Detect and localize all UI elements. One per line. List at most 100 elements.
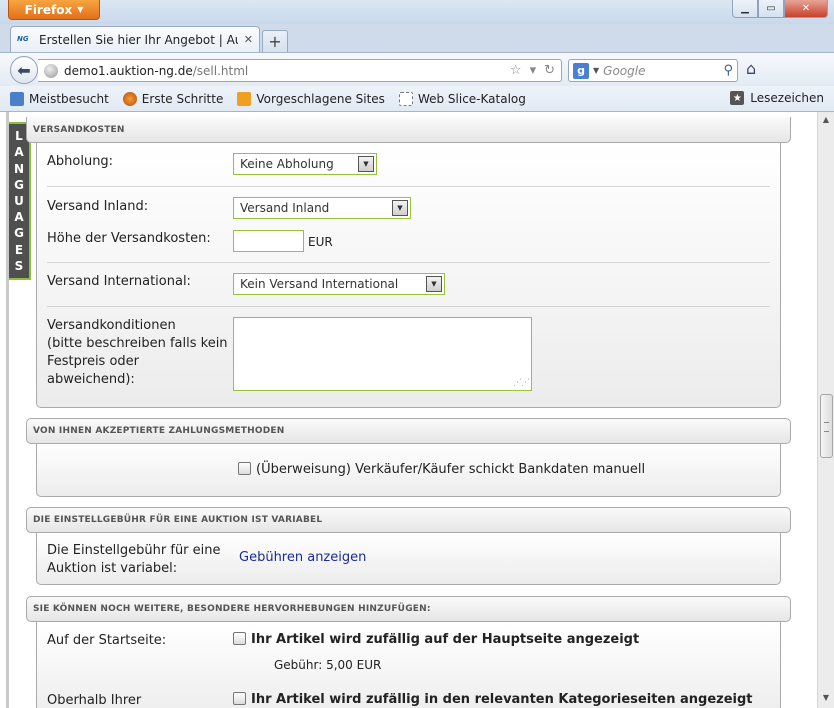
languages-letter: L	[15, 129, 23, 144]
url-path: /sell.html	[192, 63, 249, 78]
chevron-down-icon: ▼	[392, 200, 408, 216]
bookmarks-star-icon: ★	[730, 91, 745, 105]
search-input[interactable]: Google	[603, 64, 719, 78]
search-icon[interactable]: ⚲	[723, 63, 733, 78]
languages-letter: A	[14, 210, 24, 225]
new-tab-button[interactable]: +	[262, 30, 288, 52]
bookmarks-menu-label: Lesezeichen	[750, 91, 824, 105]
bookmark-label: Erste Schritte	[141, 91, 224, 106]
tab-title: Erstellen Sie hier Ihr Angebot | Auktion…	[39, 32, 238, 47]
abholung-select[interactable]: Keine Abholung ▼	[233, 153, 377, 175]
divider	[47, 306, 770, 307]
languages-letter: S	[14, 258, 24, 273]
bookmark-label: Web Slice-Katalog	[417, 91, 526, 106]
languages-letter: N	[13, 161, 25, 176]
versandkonditionen-textarea[interactable]: ⋰⋰	[233, 317, 532, 391]
url-bar[interactable]: demo1.auktion-ng.de/sell.html ☆ ▾ ↻	[38, 59, 562, 82]
startseite-fee: Gebühr: 5,00 EUR	[274, 658, 382, 672]
languages-letter: G	[14, 177, 24, 192]
chevron-down-icon: ▼	[426, 276, 442, 292]
gebuehren-anzeigen-link[interactable]: Gebühren anzeigen	[239, 550, 366, 565]
resize-grip-icon[interactable]: ⋰⋰	[513, 378, 530, 388]
bookmark-folder-icon	[10, 91, 24, 106]
web-slice-icon	[398, 91, 413, 106]
versand-inland-label: Versand Inland:	[47, 199, 149, 214]
section-header-zahlungsmethoden: VON IHNEN AKZEPTIERTE ZAHLUNGSMETHODEN	[26, 418, 791, 444]
arrow-left-icon: ⬅	[17, 60, 31, 80]
url-text[interactable]: demo1.auktion-ng.de/sell.html	[64, 64, 504, 78]
languages-letter: E	[14, 242, 24, 257]
page-viewport: L A N G U A G E S VERSANDKOSTEN Abholung…	[0, 112, 834, 708]
label-line: Versandkonditionen	[47, 318, 176, 333]
label-line: Festpreis oder	[47, 354, 140, 369]
close-icon[interactable]: ✕	[244, 33, 253, 46]
vertical-scrollbar[interactable]: ▲ ▼	[817, 112, 834, 708]
startseite-checkbox[interactable]	[233, 632, 246, 645]
minimize-button[interactable]: ▁	[732, 0, 758, 18]
bookmark-label: Vorgeschlagene Sites	[256, 91, 385, 106]
ueberweisung-checkbox[interactable]	[238, 462, 251, 475]
languages-letter: G	[14, 226, 24, 241]
chevron-down-icon[interactable]: ▼	[593, 66, 599, 75]
label-line: (bitte beschreiben falls kein	[47, 336, 228, 351]
dropdown-icon[interactable]: ▾	[530, 63, 537, 78]
section-title: SIE KÖNNEN NOCH WEITERE, BESONDERE HERVO…	[33, 604, 431, 614]
versandkosten-hoehe-label: Höhe der Versandkosten:	[47, 231, 211, 246]
tab-active[interactable]: NG Erstellen Sie hier Ihr Angebot | Aukt…	[10, 26, 260, 52]
bookmark-web-slice-katalog[interactable]: Web Slice-Katalog	[398, 91, 526, 106]
languages-letter: A	[14, 145, 24, 160]
window-controls: ▁ ▭ ✕	[732, 0, 828, 18]
reload-icon[interactable]: ↻	[544, 63, 555, 78]
section-header-versandkosten: VERSANDKOSTEN	[26, 117, 791, 143]
back-button[interactable]: ⬅	[10, 56, 38, 84]
tab-favicon-icon: NG	[17, 34, 29, 43]
section-header-hervorhebungen: SIE KÖNNEN NOCH WEITERE, BESONDERE HERVO…	[26, 596, 791, 622]
section-title: DIE EINSTELLGEBÜHR FÜR EINE AUKTION IST …	[33, 515, 323, 525]
select-value: Versand Inland	[240, 201, 330, 215]
globe-icon	[44, 63, 58, 78]
scroll-up-icon[interactable]: ▲	[820, 115, 832, 127]
versand-international-label: Versand International:	[47, 274, 191, 289]
versand-international-select[interactable]: Kein Versand International ▼	[233, 273, 445, 295]
url-bar-icons: ☆ ▾ ↻	[510, 63, 555, 78]
ueberweisung-label: (Überweisung) Verkäufer/Käufer schickt B…	[256, 462, 646, 477]
select-value: Kein Versand International	[240, 277, 399, 291]
home-icon: ⌂	[746, 59, 757, 78]
firefox-menu-button[interactable]: Firefox ▼	[8, 0, 100, 20]
versand-inland-select[interactable]: Versand Inland ▼	[233, 197, 411, 219]
versandkonditionen-label: Versandkonditionen (bitte beschreiben fa…	[47, 317, 232, 389]
title-bar: Firefox ▼ ▁ ▭ ✕	[0, 0, 834, 24]
bookmarks-menu-button[interactable]: ★ Lesezeichen	[730, 91, 824, 105]
kategorie-option-label: Ihr Artikel wird zufällig in den relevan…	[251, 692, 753, 707]
firefox-menu-label: Firefox	[24, 2, 73, 17]
scroll-down-icon[interactable]: ▼	[820, 693, 832, 705]
bookmark-label: Meistbesucht	[29, 91, 109, 106]
currency-label: EUR	[308, 235, 333, 249]
languages-tab[interactable]: L A N G U A G E S	[9, 122, 31, 280]
versandkosten-input[interactable]	[233, 230, 304, 252]
bookmark-meistbesucht[interactable]: Meistbesucht	[10, 91, 109, 106]
firefox-icon	[122, 91, 137, 106]
home-button[interactable]: ⌂	[746, 59, 756, 78]
section-header-einstellgebuehr: DIE EINSTELLGEBÜHR FÜR EINE AUKTION IST …	[26, 507, 791, 533]
section-title: VON IHNEN AKZEPTIERTE ZAHLUNGSMETHODEN	[33, 426, 285, 436]
bookmark-vorgeschlagene-sites[interactable]: Vorgeschlagene Sites	[237, 91, 385, 106]
startseite-label: Auf der Startseite:	[47, 633, 167, 648]
kategorie-checkbox[interactable]	[233, 692, 246, 705]
chevron-down-icon: ▼	[77, 5, 84, 14]
bookmark-erste-schritte[interactable]: Erste Schritte	[122, 91, 224, 106]
url-domain: demo1.auktion-ng.de	[64, 63, 193, 78]
text-line: Auktion ist variabel:	[47, 561, 178, 576]
search-bar[interactable]: g ▼ Google ⚲	[568, 59, 738, 82]
bookmark-star-icon[interactable]: ☆	[510, 63, 522, 78]
einstellgebuehr-text: Die Einstellgebühr für eine Auktion ist …	[47, 542, 221, 578]
section-title: VERSANDKOSTEN	[33, 124, 125, 135]
google-icon[interactable]: g	[573, 62, 589, 79]
chevron-down-icon: ▼	[358, 156, 374, 172]
select-value: Keine Abholung	[240, 157, 334, 171]
divider	[47, 186, 770, 187]
scrollbar-thumb[interactable]	[820, 394, 833, 458]
maximize-button[interactable]: ▭	[758, 0, 784, 18]
close-window-button[interactable]: ✕	[784, 0, 828, 18]
navigation-bar: ⬅ demo1.auktion-ng.de/sell.html ☆ ▾ ↻ g …	[0, 52, 834, 86]
